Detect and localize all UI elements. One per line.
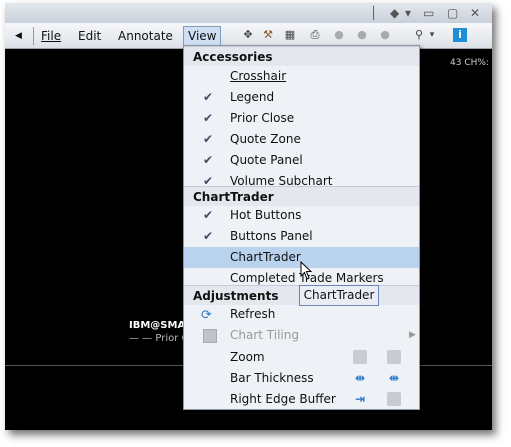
price-readout: 43 CH%: -0.2 [450,58,492,68]
decrease-buffer-icon[interactable] [387,392,401,406]
menu-item-bar-thickness-label: Bar Thickness [230,371,314,385]
menu-item-refresh-label: Refresh [230,307,276,321]
section-accessories: Accessories [184,46,419,66]
menu-item-chart-tiling: Chart Tiling ▶ [184,325,419,346]
menu-item-prior-close[interactable]: ✔ Prior Close [184,108,419,129]
menu-item-bar-thickness: Bar Thickness ⇹ ⇼ [184,368,419,389]
menu-item-quote-zone-label: Quote Zone [230,132,301,146]
menu-view-label: View [188,29,217,43]
menu-annotate-label: Annotate [118,29,173,43]
close-icon[interactable]: ✕ [470,5,480,21]
tooltip: ChartTrader [299,285,379,306]
menu-item-zoom: Zoom [184,347,419,368]
check-icon: ✔ [203,208,214,222]
thinner-bars-icon[interactable]: ⇼ [387,371,401,385]
menu-item-legend-label: Legend [230,90,275,104]
menu-separator [33,27,34,45]
menu-item-zoom-label: Zoom [230,350,265,364]
menu-item-buttons-panel[interactable]: ✔ Buttons Panel [184,226,419,247]
menu-view[interactable]: View [183,26,222,46]
menu-item-charttrader-label: ChartTrader [230,250,301,264]
view-menu-dropdown: Accessories Crosshair ✔ Legend ✔ Prior C… [183,45,420,410]
check-icon: ✔ [203,229,214,243]
check-icon: ✔ [203,111,214,125]
binoculars-icon[interactable]: ◆ [390,5,399,21]
check-icon: ✔ [203,153,214,167]
help-icon[interactable]: i [453,28,467,42]
menu-item-legend[interactable]: ✔ Legend [184,87,419,108]
increase-buffer-icon[interactable]: ⇥ [353,392,367,406]
refresh-icon: ⟳ [201,308,212,323]
pin-icon[interactable]: │ [370,5,377,21]
menu-file-label: File [41,29,62,43]
menu-item-chart-tiling-label: Chart Tiling [230,328,299,342]
check-icon: ✔ [203,132,214,146]
crosshair-tool-icon[interactable]: ✥ [241,28,255,42]
print-icon[interactable]: ⎙ [308,28,322,42]
hammer-icon[interactable]: ⚒ [261,28,275,42]
menu-item-right-edge-buffer-label: Right Edge Buffer [230,392,336,406]
minimize-icon[interactable]: ▭ [423,5,434,21]
dropdown-arrow-icon[interactable]: ▾ [405,5,411,21]
menu-item-quote-zone[interactable]: ✔ Quote Zone [184,129,419,150]
menu-item-prior-close-label: Prior Close [230,111,295,125]
grey-tool-icon-2[interactable]: ● [355,28,369,42]
menu-item-crosshair[interactable]: Crosshair [184,66,419,87]
menu-item-crosshair-label: Crosshair [230,69,287,83]
title-bar: │ ◆ ▾ ▭ ▢ ✕ [5,3,492,23]
grid-icon[interactable]: ▦ [283,28,297,42]
zoom-dropdown-icon[interactable]: ▾ [425,28,439,42]
thicker-bars-icon[interactable]: ⇹ [353,371,367,385]
zoom-in-icon[interactable] [353,350,367,364]
section-charttrader: ChartTrader [184,186,419,206]
menu-item-right-edge-buffer: Right Edge Buffer ⇥ [184,389,419,410]
submenu-arrow-icon: ▶ [409,330,416,340]
menu-item-hot-buttons[interactable]: ✔ Hot Buttons [184,205,419,226]
menu-arrow-icon[interactable]: ◀ [11,27,26,45]
menu-item-refresh[interactable]: ⟳ Refresh [184,304,419,325]
grey-tool-icon[interactable]: ● [332,28,346,42]
menu-annotate[interactable]: Annotate [114,27,177,45]
menu-file[interactable]: File [37,27,65,45]
zoom-icon[interactable]: ⚲ [412,28,426,42]
zoom-out-icon[interactable] [387,350,401,364]
menu-edit-label: Edit [78,29,102,43]
check-icon: ✔ [203,90,214,104]
menu-item-quote-panel-label: Quote Panel [230,153,303,167]
menu-item-buttons-panel-label: Buttons Panel [230,229,313,243]
mouse-cursor-icon [300,261,313,280]
grey-tool-icon-3[interactable]: ● [378,28,392,42]
menu-item-quote-panel[interactable]: ✔ Quote Panel [184,150,419,171]
maximize-icon[interactable]: ▢ [447,5,458,21]
tiling-icon [203,329,217,343]
menu-edit[interactable]: Edit [74,27,105,45]
prior-close-legend: — — Prior C [129,333,189,344]
symbol-label: IBM@SMA [129,320,186,331]
menu-item-hot-buttons-label: Hot Buttons [230,208,302,222]
